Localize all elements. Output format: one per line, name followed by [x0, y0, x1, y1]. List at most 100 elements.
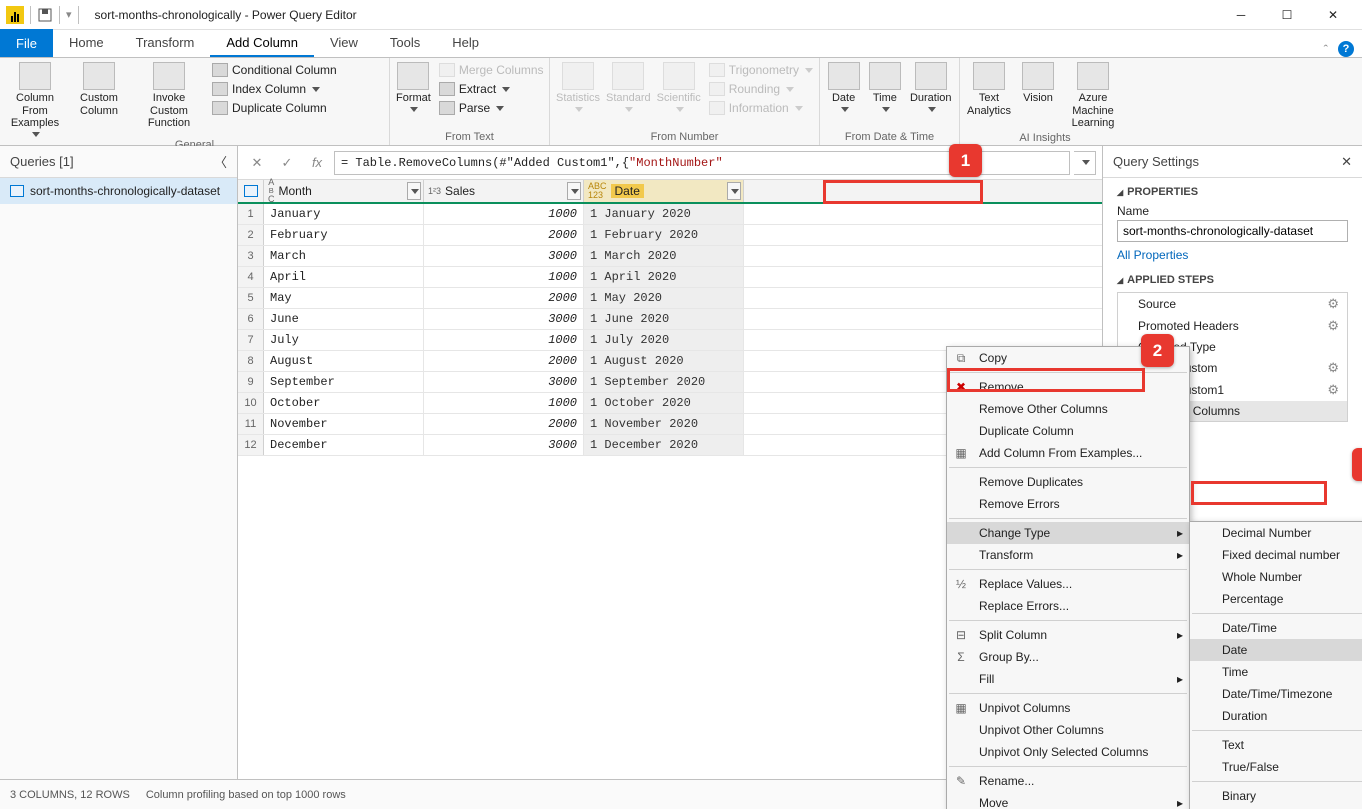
- cell-month[interactable]: February: [264, 225, 424, 245]
- ctx-remove[interactable]: ✖Remove: [947, 376, 1189, 398]
- azure-ml-button[interactable]: Azure Machine Learning: [1064, 60, 1122, 130]
- cell-month[interactable]: April: [264, 267, 424, 287]
- commit-step-icon[interactable]: ✓: [274, 151, 300, 175]
- column-header-date[interactable]: ABC123Date: [584, 180, 744, 202]
- ctx-add-from-examples[interactable]: ▦Add Column From Examples...: [947, 442, 1189, 464]
- cell-sales[interactable]: 2000: [424, 414, 584, 434]
- cell-sales[interactable]: 2000: [424, 288, 584, 308]
- custom-column-button[interactable]: Custom Column: [70, 60, 128, 117]
- cell-date[interactable]: 1 July 2020: [584, 330, 744, 350]
- ctx-remove-other[interactable]: Remove Other Columns: [947, 398, 1189, 420]
- cell-date[interactable]: 1 September 2020: [584, 372, 744, 392]
- menu-transform[interactable]: Transform: [120, 29, 211, 57]
- maximize-button[interactable]: ☐: [1264, 0, 1310, 30]
- ctx-duplicate[interactable]: Duplicate Column: [947, 420, 1189, 442]
- menu-view[interactable]: View: [314, 29, 374, 57]
- cell-month[interactable]: June: [264, 309, 424, 329]
- cell-date[interactable]: 1 December 2020: [584, 435, 744, 455]
- cell-month[interactable]: May: [264, 288, 424, 308]
- save-icon[interactable]: [37, 7, 53, 23]
- cell-date[interactable]: 1 April 2020: [584, 267, 744, 287]
- cell-date[interactable]: 1 February 2020: [584, 225, 744, 245]
- delete-step-icon[interactable]: ✕: [244, 151, 270, 175]
- scientific-button[interactable]: Scientific: [657, 60, 701, 112]
- information-button[interactable]: Information: [707, 100, 815, 116]
- vision-button[interactable]: Vision: [1018, 60, 1058, 105]
- cell-date[interactable]: 1 August 2020: [584, 351, 744, 371]
- column-from-examples-button[interactable]: Column From Examples: [6, 60, 64, 137]
- extract-button[interactable]: Extract: [437, 81, 546, 97]
- cell-month[interactable]: July: [264, 330, 424, 350]
- cell-date[interactable]: 1 January 2020: [584, 204, 744, 224]
- cell-sales[interactable]: 1000: [424, 330, 584, 350]
- ctx-split[interactable]: ⊟Split Column▸: [947, 624, 1189, 646]
- table-row[interactable]: 3 March 3000 1 March 2020: [238, 246, 1102, 267]
- query-name-input[interactable]: [1117, 220, 1348, 242]
- duration-button[interactable]: Duration: [908, 60, 953, 112]
- cell-sales[interactable]: 3000: [424, 435, 584, 455]
- cell-sales[interactable]: 1000: [424, 267, 584, 287]
- ctx-replace-values[interactable]: ½Replace Values...: [947, 573, 1189, 595]
- statistics-button[interactable]: Statistics: [556, 60, 600, 112]
- ctx-transform[interactable]: Transform▸: [947, 544, 1189, 566]
- type-datetime[interactable]: Date/Time: [1190, 617, 1362, 639]
- cell-sales[interactable]: 2000: [424, 225, 584, 245]
- ctx-fill[interactable]: Fill▸: [947, 668, 1189, 690]
- ctx-remove-errors[interactable]: Remove Errors: [947, 493, 1189, 515]
- menu-home[interactable]: Home: [53, 29, 120, 57]
- cell-date[interactable]: 1 March 2020: [584, 246, 744, 266]
- ctx-remove-duplicates[interactable]: Remove Duplicates: [947, 471, 1189, 493]
- date-button[interactable]: Date: [826, 60, 861, 112]
- close-button[interactable]: ✕: [1310, 0, 1356, 30]
- cell-date[interactable]: 1 November 2020: [584, 414, 744, 434]
- cell-sales[interactable]: 1000: [424, 393, 584, 413]
- table-row[interactable]: 6 June 3000 1 June 2020: [238, 309, 1102, 330]
- parse-button[interactable]: Parse: [437, 100, 546, 116]
- menu-help[interactable]: Help: [436, 29, 495, 57]
- query-item[interactable]: sort-months-chronologically-dataset: [0, 178, 237, 204]
- cell-month[interactable]: October: [264, 393, 424, 413]
- type-fixed-decimal[interactable]: Fixed decimal number: [1190, 544, 1362, 566]
- conditional-column-button[interactable]: Conditional Column: [210, 62, 339, 78]
- invoke-function-button[interactable]: Invoke Custom Function: [134, 60, 204, 130]
- column-header-sales[interactable]: 1²3Sales: [424, 180, 584, 202]
- ctx-move[interactable]: Move▸: [947, 792, 1189, 809]
- gear-icon[interactable]: ⚙: [1327, 296, 1339, 312]
- cell-sales[interactable]: 3000: [424, 372, 584, 392]
- help-icon[interactable]: ?: [1338, 41, 1354, 57]
- cell-date[interactable]: 1 June 2020: [584, 309, 744, 329]
- type-time[interactable]: Time: [1190, 661, 1362, 683]
- table-row[interactable]: 5 May 2000 1 May 2020: [238, 288, 1102, 309]
- cell-sales[interactable]: 2000: [424, 351, 584, 371]
- text-analytics-button[interactable]: Text Analytics: [966, 60, 1012, 117]
- index-column-button[interactable]: Index Column: [210, 81, 339, 97]
- formula-expand-icon[interactable]: [1074, 151, 1096, 175]
- cell-month[interactable]: December: [264, 435, 424, 455]
- fx-icon[interactable]: fx: [304, 151, 330, 175]
- ctx-rename[interactable]: ✎Rename...: [947, 770, 1189, 792]
- type-truefalse[interactable]: True/False: [1190, 756, 1362, 778]
- ctx-replace-errors[interactable]: Replace Errors...: [947, 595, 1189, 617]
- type-dtz[interactable]: Date/Time/Timezone: [1190, 683, 1362, 705]
- merge-columns-button[interactable]: Merge Columns: [437, 62, 546, 78]
- format-button[interactable]: Format: [396, 60, 431, 112]
- column-header-month[interactable]: ABCMonth: [264, 180, 424, 202]
- menu-add-column[interactable]: Add Column: [210, 29, 314, 57]
- type-decimal[interactable]: Decimal Number: [1190, 522, 1362, 544]
- all-properties-link[interactable]: All Properties: [1117, 248, 1188, 262]
- cell-sales[interactable]: 1000: [424, 204, 584, 224]
- ctx-change-type[interactable]: Change Type▸: [947, 522, 1189, 544]
- type-binary[interactable]: Binary: [1190, 785, 1362, 807]
- rounding-button[interactable]: Rounding: [707, 81, 815, 97]
- cell-date[interactable]: 1 May 2020: [584, 288, 744, 308]
- table-row[interactable]: 1 January 1000 1 January 2020: [238, 204, 1102, 225]
- ctx-unpivot-other[interactable]: Unpivot Other Columns: [947, 719, 1189, 741]
- type-percentage[interactable]: Percentage: [1190, 588, 1362, 610]
- menu-file[interactable]: File: [0, 29, 53, 57]
- table-row[interactable]: 2 February 2000 1 February 2020: [238, 225, 1102, 246]
- cell-month[interactable]: August: [264, 351, 424, 371]
- cell-month[interactable]: September: [264, 372, 424, 392]
- menu-tools[interactable]: Tools: [374, 29, 436, 57]
- close-settings-icon[interactable]: ✕: [1341, 154, 1352, 170]
- ctx-unpivot[interactable]: ▦Unpivot Columns: [947, 697, 1189, 719]
